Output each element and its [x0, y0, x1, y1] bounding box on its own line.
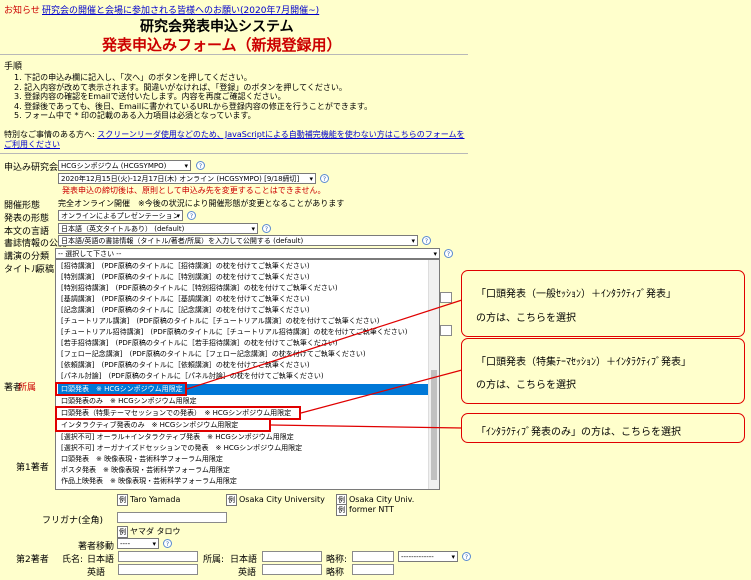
- author-move-value: ----: [120, 540, 131, 548]
- affil-en-label: 英語: [238, 568, 257, 578]
- affiliation-label: 所属:: [203, 555, 225, 565]
- abbr-label: 略称:: [326, 555, 348, 565]
- author2-abbr-en-input[interactable]: [352, 564, 394, 575]
- chevron-down-icon: ▾: [451, 553, 455, 561]
- author2-affil-en-input[interactable]: [262, 564, 322, 575]
- callout-line: の方は、こちらを選択: [476, 313, 576, 324]
- furigana-input[interactable]: [117, 512, 227, 523]
- affil-ja-label: 日本語: [230, 555, 258, 565]
- author-move-label: 著者移動: [78, 542, 115, 552]
- callout-special-oral-interactive: 「口頭発表（特集ﾃｰﾏｾｯｼｮﾝ）＋ｲﾝﾀﾗｸﾃｨﾌﾞ発表」 の方は、こちらを選…: [461, 338, 745, 404]
- callout-line: 「口頭発表（特集ﾃｰﾏｾｯｼｮﾝ）＋ｲﾝﾀﾗｸﾃｨﾌﾞ発表」: [476, 357, 691, 368]
- affiliation-select[interactable]: ------------- ▾: [398, 551, 458, 562]
- name-label: 氏名:: [62, 555, 84, 565]
- author-move-select[interactable]: ---- ▾: [117, 538, 159, 549]
- affiliation-select-value: -------------: [401, 553, 434, 561]
- callout-line: の方は、こちらを選択: [476, 380, 576, 391]
- abbr-en-label: 略称: [326, 568, 345, 578]
- chevron-down-icon: ▾: [152, 540, 156, 548]
- furigana-label: フリガナ(全角): [42, 516, 104, 526]
- first-author-label: 第1著者: [16, 463, 49, 473]
- example-affiliation: 例 Osaka City University: [226, 494, 325, 506]
- example-former: 例 former NTT: [336, 504, 395, 516]
- help-icon[interactable]: ?: [163, 539, 172, 548]
- author2-affil-ja-input[interactable]: [262, 551, 322, 562]
- name-en-label: 英語: [87, 568, 106, 578]
- callout-line: 「ｲﾝﾀﾗｸﾃｨﾌﾞ発表のみ」の方は、こちらを選択: [476, 427, 681, 438]
- example-name-en: 例 Taro Yamada: [117, 494, 181, 506]
- callout-line: 「口頭発表（一般ｾｯｼｮﾝ）＋ｲﾝﾀﾗｸﾃｨﾌﾞ発表」: [476, 289, 676, 300]
- help-icon[interactable]: ?: [462, 552, 471, 561]
- author2-abbr-ja-input[interactable]: [352, 551, 394, 562]
- name-ja-label: 日本語: [87, 555, 115, 565]
- second-author-label: 第2著者: [16, 555, 49, 565]
- callout-oral-interactive: 「口頭発表（一般ｾｯｼｮﾝ）＋ｲﾝﾀﾗｸﾃｨﾌﾞ発表」 の方は、こちらを選択: [461, 270, 745, 337]
- callout-interactive-only: 「ｲﾝﾀﾗｸﾃｨﾌﾞ発表のみ」の方は、こちらを選択: [461, 413, 745, 443]
- author2-name-en-input[interactable]: [118, 564, 198, 575]
- author2-name-ja-input[interactable]: [118, 551, 198, 562]
- example-furigana: 例ヤマダ タロウ: [117, 526, 181, 538]
